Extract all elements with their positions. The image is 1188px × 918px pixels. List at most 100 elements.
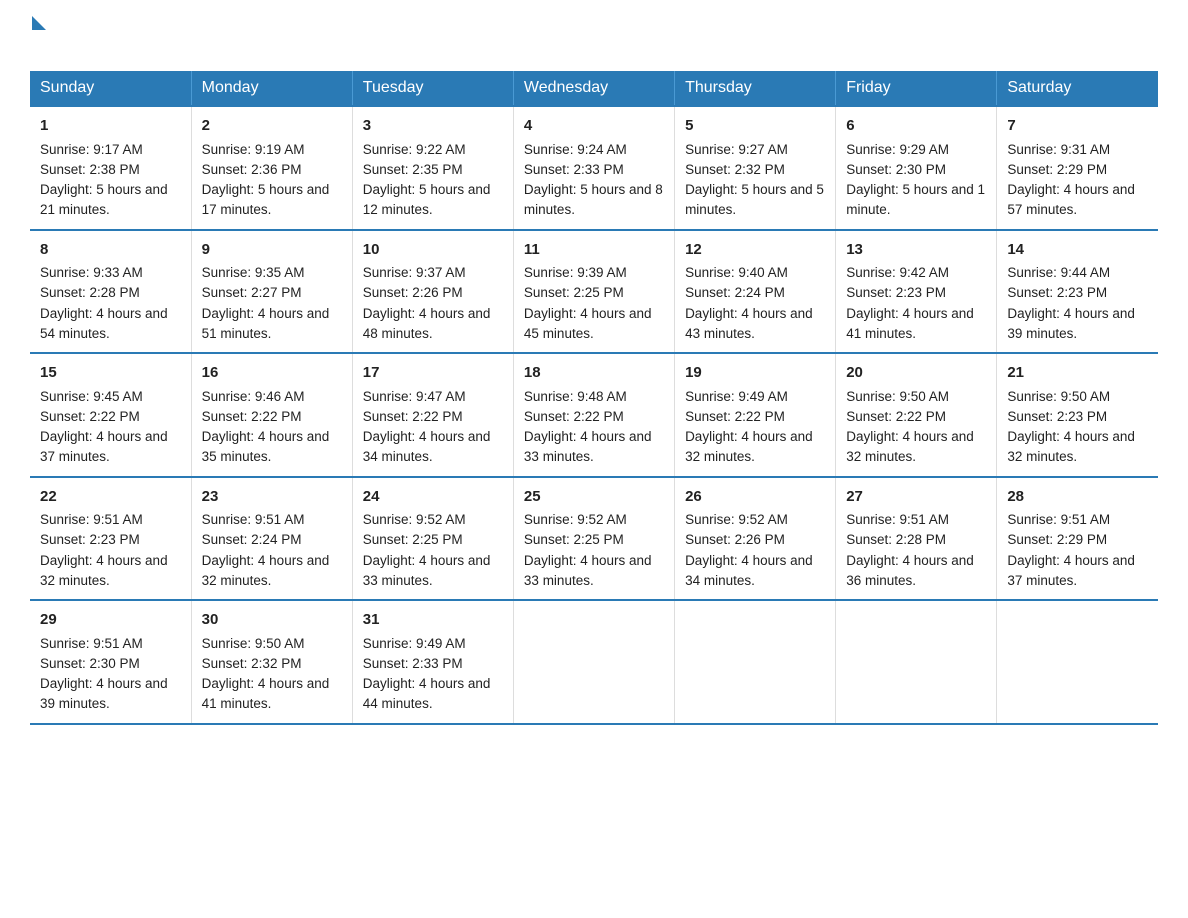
- sunset-text: Sunset: 2:23 PM: [846, 285, 946, 300]
- sunrise-text: Sunrise: 9:35 AM: [202, 265, 305, 280]
- sunset-text: Sunset: 2:22 PM: [846, 409, 946, 424]
- calendar-cell: 17Sunrise: 9:47 AMSunset: 2:22 PMDayligh…: [352, 353, 513, 477]
- sunset-text: Sunset: 2:23 PM: [40, 532, 140, 547]
- sunset-text: Sunset: 2:22 PM: [524, 409, 624, 424]
- calendar-cell: 22 Sunrise: 9:51 AM Sunset: 2:23 PM Dayligh…: [30, 477, 191, 601]
- sunrise-text: Sunrise: 9:51 AM: [40, 512, 143, 527]
- day-number: 17: [363, 362, 503, 385]
- calendar-cell: 1Sunrise: 9:17 AMSunset: 2:38 PMDaylight…: [30, 106, 191, 230]
- sunrise-text: Sunrise: 9:17 AM: [40, 142, 143, 157]
- calendar-cell: 12Sunrise: 9:40 AMSunset: 2:24 PMDayligh…: [675, 230, 836, 354]
- calendar-cell: 6Sunrise: 9:29 AMSunset: 2:30 PMDaylight…: [836, 106, 997, 230]
- weekday-header-monday: Monday: [191, 71, 352, 106]
- calendar-cell: 5Sunrise: 9:27 AMSunset: 2:32 PMDaylight…: [675, 106, 836, 230]
- sunset-text: Sunset: 2:24 PM: [685, 285, 785, 300]
- calendar-cell: 27Sunrise: 9:51 AMSunset: 2:28 PMDayligh…: [836, 477, 997, 601]
- day-number: 8: [40, 239, 181, 262]
- calendar-cell: 14Sunrise: 9:44 AMSunset: 2:23 PMDayligh…: [997, 230, 1158, 354]
- sunrise-text: Sunrise: 9:51 AM: [846, 512, 949, 527]
- daylight-text: Daylight: 4 hours and 32 minutes.: [202, 553, 330, 588]
- daylight-text: Daylight: 4 hours and 39 minutes.: [1007, 306, 1135, 341]
- daylight-text: Daylight: 4 hours and 33 minutes.: [524, 429, 652, 464]
- calendar-cell: 3Sunrise: 9:22 AMSunset: 2:35 PMDaylight…: [352, 106, 513, 230]
- daylight-text: Daylight: 4 hours and 36 minutes.: [846, 553, 974, 588]
- calendar-cell: 20Sunrise: 9:50 AMSunset: 2:22 PMDayligh…: [836, 353, 997, 477]
- day-number: 11: [524, 239, 664, 262]
- sunrise-text: Sunrise: 9:24 AM: [524, 142, 627, 157]
- sunrise-text: Sunrise: 9:40 AM: [685, 265, 788, 280]
- sunrise-text: Sunrise: 9:51 AM: [40, 636, 143, 651]
- sunset-text: Sunset: 2:29 PM: [1007, 162, 1107, 177]
- calendar-cell: 16Sunrise: 9:46 AMSunset: 2:22 PMDayligh…: [191, 353, 352, 477]
- sunset-text: Sunset: 2:22 PM: [202, 409, 302, 424]
- calendar-cell: 19Sunrise: 9:49 AMSunset: 2:22 PMDayligh…: [675, 353, 836, 477]
- day-number: 16: [202, 362, 342, 385]
- sunrise-text: Sunrise: 9:49 AM: [363, 636, 466, 651]
- daylight-text: Daylight: 4 hours and 34 minutes.: [363, 429, 491, 464]
- day-number: 7: [1007, 115, 1148, 138]
- daylight-text: Daylight: 4 hours and 37 minutes.: [40, 429, 168, 464]
- sunset-text: Sunset: 2:38 PM: [40, 162, 140, 177]
- sunrise-text: Sunrise: 9:52 AM: [363, 512, 466, 527]
- daylight-text: Daylight: 4 hours and 33 minutes.: [363, 553, 491, 588]
- day-number: 22: [40, 486, 181, 509]
- day-number: 13: [846, 239, 986, 262]
- daylight-text: Daylight: 4 hours and 37 minutes.: [1007, 553, 1135, 588]
- logo-arrow-icon: [32, 16, 46, 30]
- calendar-cell: 28Sunrise: 9:51 AMSunset: 2:29 PMDayligh…: [997, 477, 1158, 601]
- day-number: 2: [202, 115, 342, 138]
- calendar-cell: 10Sunrise: 9:37 AMSunset: 2:26 PMDayligh…: [352, 230, 513, 354]
- weekday-header-saturday: Saturday: [997, 71, 1158, 106]
- sunset-text: Sunset: 2:36 PM: [202, 162, 302, 177]
- sunrise-text: Sunrise: 9:52 AM: [685, 512, 788, 527]
- day-number: 24: [363, 486, 503, 509]
- sunrise-text: Sunrise: 9:47 AM: [363, 389, 466, 404]
- daylight-text: Daylight: 4 hours and 41 minutes.: [846, 306, 974, 341]
- daylight-text: Daylight: 5 hours and 21 minutes.: [40, 182, 168, 217]
- sunset-text: Sunset: 2:23 PM: [1007, 409, 1107, 424]
- sunrise-text: Sunrise: 9:29 AM: [846, 142, 949, 157]
- daylight-text: Daylight: 4 hours and 57 minutes.: [1007, 182, 1135, 217]
- day-number: 26: [685, 486, 825, 509]
- day-number: 21: [1007, 362, 1148, 385]
- day-number: 23: [202, 486, 342, 509]
- daylight-text: Daylight: 4 hours and 32 minutes.: [685, 429, 813, 464]
- sunrise-text: Sunrise: 9:39 AM: [524, 265, 627, 280]
- daylight-text: Daylight: 4 hours and 44 minutes.: [363, 676, 491, 711]
- calendar-cell: [836, 600, 997, 724]
- sunset-text: Sunset: 2:24 PM: [202, 532, 302, 547]
- daylight-text: Daylight: 4 hours and 32 minutes.: [40, 553, 168, 588]
- calendar-cell: 23Sunrise: 9:51 AMSunset: 2:24 PMDayligh…: [191, 477, 352, 601]
- weekday-header-wednesday: Wednesday: [513, 71, 674, 106]
- daylight-text: Daylight: 5 hours and 5 minutes.: [685, 182, 824, 217]
- calendar-cell: [513, 600, 674, 724]
- calendar-cell: 7 Sunrise: 9:31 AM Sunset: 2:29 PM Daylight…: [997, 106, 1158, 230]
- calendar-week-3: 15Sunrise: 9:45 AMSunset: 2:22 PMDayligh…: [30, 353, 1158, 477]
- weekday-header-friday: Friday: [836, 71, 997, 106]
- day-number: 30: [202, 609, 342, 632]
- sunrise-text: Sunrise: 9:46 AM: [202, 389, 305, 404]
- daylight-text: Daylight: 5 hours and 8 minutes.: [524, 182, 663, 217]
- calendar-cell: 30Sunrise: 9:50 AMSunset: 2:32 PMDayligh…: [191, 600, 352, 724]
- weekday-header-row: SundayMondayTuesdayWednesdayThursdayFrid…: [30, 71, 1158, 106]
- calendar-cell: 4Sunrise: 9:24 AMSunset: 2:33 PMDaylight…: [513, 106, 674, 230]
- sunset-text: Sunset: 2:27 PM: [202, 285, 302, 300]
- sunrise-text: Sunrise: 9:45 AM: [40, 389, 143, 404]
- day-number: 14: [1007, 239, 1148, 262]
- calendar-cell: 31Sunrise: 9:49 AMSunset: 2:33 PMDayligh…: [352, 600, 513, 724]
- sunset-text: Sunset: 2:30 PM: [846, 162, 946, 177]
- daylight-text: Daylight: 4 hours and 34 minutes.: [685, 553, 813, 588]
- sunrise-text: Sunrise: 9:31 AM: [1007, 142, 1110, 157]
- calendar-cell: 9Sunrise: 9:35 AMSunset: 2:27 PMDaylight…: [191, 230, 352, 354]
- day-number: 10: [363, 239, 503, 262]
- calendar-cell: 26Sunrise: 9:52 AMSunset: 2:26 PMDayligh…: [675, 477, 836, 601]
- day-number: 29: [40, 609, 181, 632]
- sunset-text: Sunset: 2:26 PM: [363, 285, 463, 300]
- calendar-cell: 8Sunrise: 9:33 AMSunset: 2:28 PMDaylight…: [30, 230, 191, 354]
- calendar-cell: [997, 600, 1158, 724]
- daylight-text: Daylight: 4 hours and 33 minutes.: [524, 553, 652, 588]
- sunset-text: Sunset: 2:29 PM: [1007, 532, 1107, 547]
- daylight-text: Daylight: 4 hours and 43 minutes.: [685, 306, 813, 341]
- sunset-text: Sunset: 2:32 PM: [685, 162, 785, 177]
- daylight-text: Daylight: 4 hours and 41 minutes.: [202, 676, 330, 711]
